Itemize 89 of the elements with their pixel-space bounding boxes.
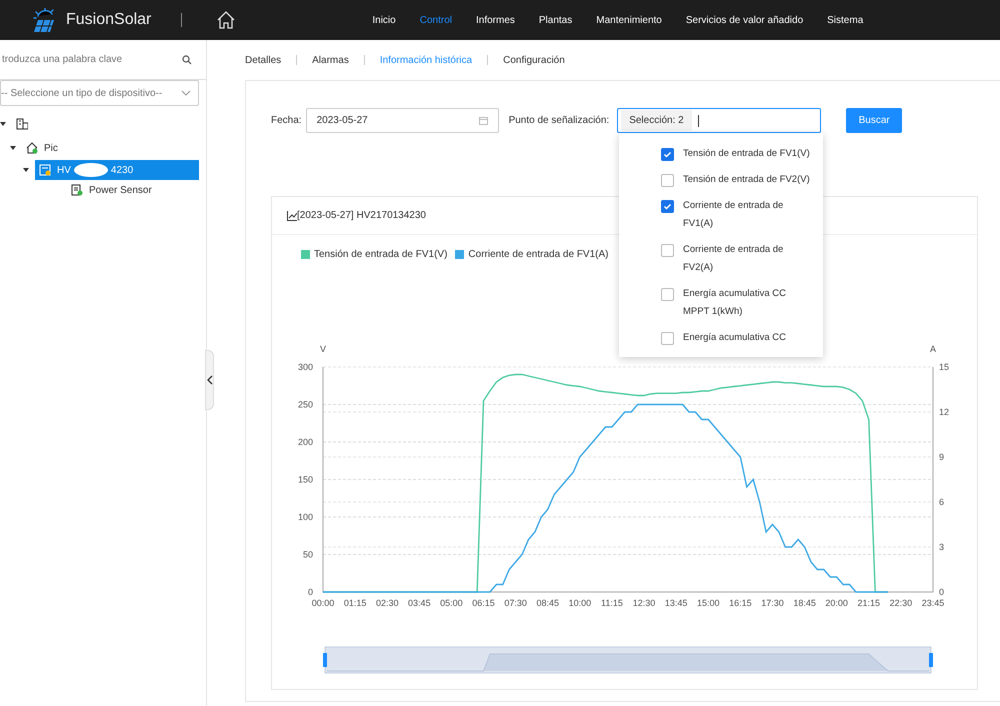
axis-tick-label: 18:45: [793, 598, 816, 608]
legend-label: Corriente de entrada de FV1(A): [468, 248, 608, 262]
caret-icon[interactable]: [10, 145, 16, 151]
nav-link[interactable]: Informes: [464, 12, 527, 28]
tree-item-label[interactable]: Power Sensor: [89, 182, 152, 198]
device-type-dropdown[interactable]: -- Seleccione un tipo de dispositivo--: [0, 80, 199, 106]
selection-tag: Selección: 2: [621, 110, 692, 131]
date-field[interactable]: 2023-05-27: [306, 108, 499, 133]
device-icon: [71, 184, 83, 196]
option-label[interactable]: Tensión de entrada de FV1(V): [683, 145, 810, 163]
axis-tick-label: 10:00: [568, 598, 592, 608]
tree-item[interactable]: Pic: [0, 136, 206, 160]
collapse-handle[interactable]: [205, 350, 214, 410]
tab[interactable]: Alarmas: [297, 52, 364, 68]
line-chart-icon: [287, 210, 297, 220]
chevron-down-icon: [181, 90, 191, 96]
checkbox[interactable]: [661, 332, 674, 345]
axis-title: V: [320, 344, 326, 354]
axis-tick-label: 02:30: [376, 598, 398, 608]
axis-tick-label: 100: [298, 512, 313, 522]
axis-tick-label: 0: [939, 587, 944, 597]
nav-link[interactable]: Mantenimiento: [584, 12, 674, 28]
caret-icon[interactable]: [0, 121, 6, 127]
option-label[interactable]: Energía acumulativa CC: [683, 329, 786, 347]
checkbox[interactable]: [661, 200, 674, 213]
caret-icon[interactable]: [23, 167, 29, 173]
building-icon: [16, 118, 28, 130]
search-icon[interactable]: [182, 55, 192, 65]
axis-tick-label: 9: [939, 452, 944, 462]
checkbox[interactable]: [661, 288, 674, 301]
nav-link[interactable]: Sistema: [815, 12, 876, 28]
axis-tick-label: 11:15: [601, 598, 623, 608]
home-icon: [26, 142, 38, 154]
checkbox[interactable]: [661, 148, 674, 161]
nav-link[interactable]: Plantas: [526, 12, 584, 28]
axis-tick-label: 05:00: [440, 598, 463, 608]
tab[interactable]: Configuración: [488, 52, 580, 68]
check-icon: [662, 201, 673, 212]
axis-tick-label: 13:45: [664, 598, 688, 608]
home-icon[interactable]: [216, 10, 236, 30]
option-label[interactable]: Corriente de entrada de FV1(A): [683, 197, 813, 233]
axis-tick-label: 16:15: [729, 598, 752, 608]
tree-item-label[interactable]: 4230: [110, 162, 134, 178]
axis-tick-label: 06:15: [472, 598, 495, 608]
app-logo-text: FusionSolar: [66, 10, 152, 30]
chart-title: [2023-05-27] HV2170134230: [297, 209, 426, 223]
axis-tick-label: 0: [308, 587, 313, 597]
axis-tick-label: 150: [298, 474, 313, 484]
option-label[interactable]: Energía acumulativa CC MPPT 1(kWh): [683, 285, 813, 321]
axis-tick-label: 12: [939, 407, 950, 417]
axis-tick-label: 3: [939, 542, 944, 552]
device-icon: [39, 164, 51, 176]
axis-tick-label: 15:00: [697, 598, 720, 608]
option-label[interactable]: Corriente de entrada de FV2(A): [683, 241, 813, 277]
axis-tick-label: 22:30: [890, 598, 912, 608]
field-label: Fecha:: [271, 114, 302, 128]
nav-link[interactable]: Inicio: [360, 12, 408, 28]
axis-tick-label: 03:45: [408, 598, 431, 608]
option-label[interactable]: Tensión de entrada de FV2(V): [683, 171, 810, 189]
axis-tick-label: 08:45: [536, 598, 559, 608]
axis-tick-label: 12:30: [632, 598, 656, 608]
tree-item-label[interactable]: Pic: [44, 140, 58, 156]
signal-point-field[interactable]: Selección: 2: [617, 108, 822, 133]
check-icon: [662, 149, 673, 160]
search-field[interactable]: troduzca una palabra clave: [0, 40, 206, 80]
field-label: Punto de señalización:: [508, 114, 610, 128]
axis-tick-label: 00:00: [312, 598, 334, 608]
axis-tick-label: 07:30: [504, 598, 527, 608]
axis-tick-label: 250: [298, 400, 313, 410]
tab[interactable]: Detalles: [230, 52, 296, 68]
axis-tick-label: 15: [939, 362, 950, 372]
axis-tick-label: 01:15: [344, 598, 366, 608]
tree-item-label[interactable]: HV: [57, 162, 71, 178]
axis-title: A: [930, 344, 936, 354]
checkbox[interactable]: [661, 244, 674, 257]
tree-item[interactable]: Power Sensor: [0, 180, 206, 200]
axis-tick-label: 21:15: [858, 598, 880, 608]
axis-tick-label: 17:30: [761, 598, 784, 608]
axis-tick-label: 23:45: [922, 598, 944, 608]
axis-tick-label: 200: [298, 437, 313, 447]
axis-tick-label: 20:00: [825, 598, 848, 608]
axis-tick-label: 300: [298, 362, 313, 372]
checkbox[interactable]: [661, 174, 674, 187]
axis-tick-label: 6: [939, 497, 944, 507]
nav-link[interactable]: Control: [408, 12, 464, 28]
zoom-slider[interactable]: [323, 646, 933, 674]
legend-label: Tensión de entrada de FV1(V): [314, 248, 448, 262]
nav-link[interactable]: Servicios de valor añadido: [674, 12, 816, 28]
axis-tick-label: 50: [302, 550, 313, 560]
